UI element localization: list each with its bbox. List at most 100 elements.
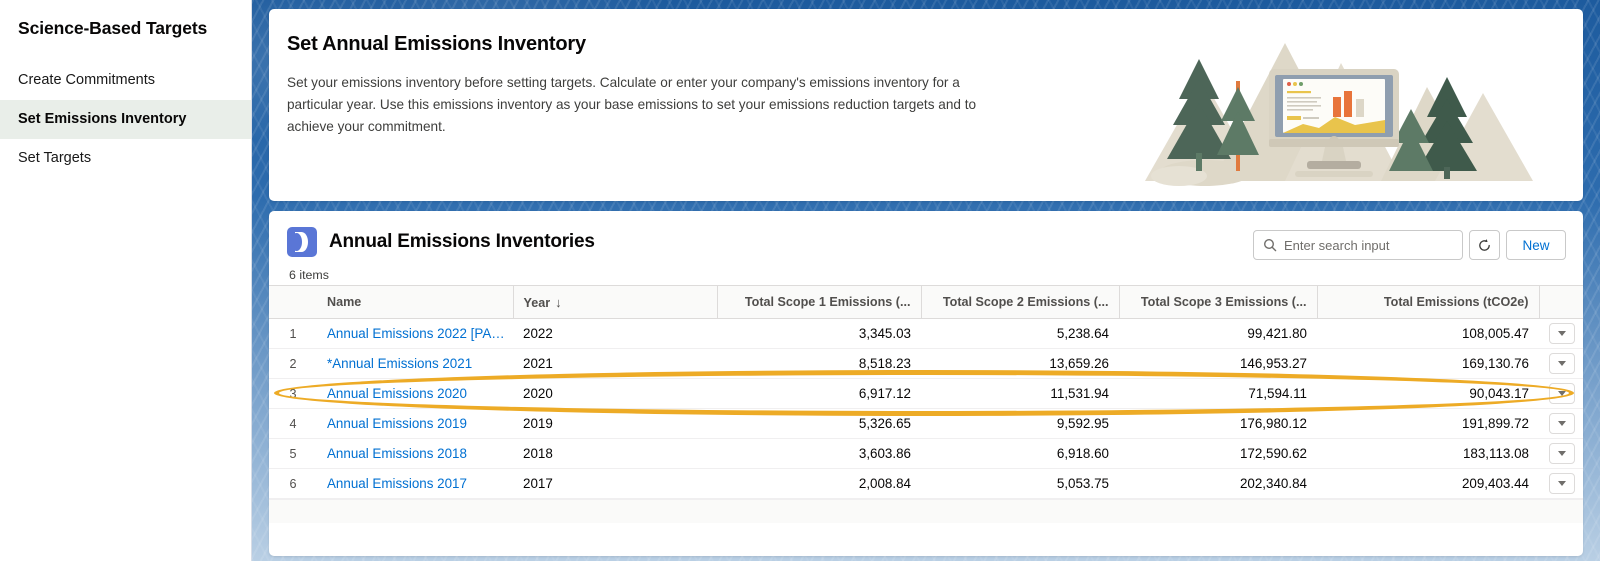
row-index: 5 bbox=[269, 438, 317, 469]
row-actions-cell bbox=[1539, 438, 1583, 469]
row-index: 4 bbox=[269, 408, 317, 439]
table-row[interactable]: 4 Annual Emissions 2019 2019 5,326.65 9,… bbox=[269, 408, 1583, 439]
column-header-scope2[interactable]: Total Scope 2 Emissions (... bbox=[921, 285, 1120, 319]
row-actions-menu-button[interactable] bbox=[1549, 383, 1575, 404]
row-name-cell: Annual Emissions 2020 bbox=[317, 378, 513, 409]
main-content-area: Set Annual Emissions Inventory Set your … bbox=[252, 0, 1600, 561]
row-scope2: 9,592.95 bbox=[921, 408, 1119, 439]
table-footer bbox=[269, 499, 1583, 523]
row-total: 169,130.76 bbox=[1317, 348, 1539, 379]
sort-descending-icon: ↓ bbox=[555, 294, 562, 310]
mountains-trees-monitor-illustration bbox=[1145, 43, 1533, 186]
chevron-down-icon bbox=[1558, 421, 1566, 426]
row-actions-cell bbox=[1539, 378, 1583, 409]
moon-object-icon bbox=[287, 227, 317, 257]
row-scope3: 172,590.62 bbox=[1119, 438, 1317, 469]
sidebar: Science-Based Targets Create Commitments… bbox=[0, 0, 252, 561]
row-actions-cell bbox=[1539, 318, 1583, 349]
row-actions-menu-button[interactable] bbox=[1549, 413, 1575, 434]
row-name-cell: Annual Emissions 2017 bbox=[317, 468, 513, 499]
chevron-down-icon bbox=[1558, 391, 1566, 396]
row-actions-menu-button[interactable] bbox=[1549, 473, 1575, 494]
sidebar-title: Science-Based Targets bbox=[18, 18, 208, 38]
row-scope3: 202,340.84 bbox=[1119, 468, 1317, 499]
row-name-cell: Annual Emissions 2019 bbox=[317, 408, 513, 439]
column-header-name[interactable]: Name bbox=[317, 285, 514, 319]
column-header-year[interactable]: Year ↓ bbox=[513, 285, 718, 319]
column-header-year-label: Year bbox=[523, 295, 551, 310]
row-scope1: 3,345.03 bbox=[717, 318, 921, 349]
chevron-down-icon bbox=[1558, 331, 1566, 336]
row-actions-cell bbox=[1539, 468, 1583, 499]
row-name-cell: Annual Emissions 2022 [PA… bbox=[317, 318, 513, 349]
record-link[interactable]: Annual Emissions 2017 bbox=[327, 476, 467, 491]
row-actions-menu-button[interactable] bbox=[1549, 443, 1575, 464]
row-actions-cell bbox=[1539, 408, 1583, 439]
list-title: Annual Emissions Inventories bbox=[329, 231, 595, 252]
row-year: 2022 bbox=[513, 318, 717, 349]
header-text-block: Set Annual Emissions Inventory Set your … bbox=[269, 9, 1029, 138]
column-header-scope3[interactable]: Total Scope 3 Emissions (... bbox=[1119, 285, 1318, 319]
page-header-card: Set Annual Emissions Inventory Set your … bbox=[269, 9, 1583, 201]
row-actions-menu-button[interactable] bbox=[1549, 353, 1575, 374]
chevron-down-icon bbox=[1558, 361, 1566, 366]
record-link[interactable]: Annual Emissions 2018 bbox=[327, 446, 467, 461]
row-index: 6 bbox=[269, 468, 317, 499]
chevron-down-icon bbox=[1558, 481, 1566, 486]
column-header-actions bbox=[1539, 285, 1583, 319]
list-header: Annual Emissions Inventories 6 items Ent… bbox=[269, 211, 1583, 285]
row-total: 183,113.08 bbox=[1317, 438, 1539, 469]
row-scope2: 6,918.60 bbox=[921, 438, 1119, 469]
table-row[interactable]: 3 Annual Emissions 2020 2020 6,917.12 11… bbox=[269, 378, 1583, 409]
row-index: 3 bbox=[269, 378, 317, 409]
row-scope2: 13,659.26 bbox=[921, 348, 1119, 379]
column-header-scope1[interactable]: Total Scope 1 Emissions (... bbox=[717, 285, 922, 319]
page-description: Set your emissions inventory before sett… bbox=[287, 75, 977, 134]
table-row[interactable]: 1 Annual Emissions 2022 [PA… 2022 3,345.… bbox=[269, 318, 1583, 349]
row-year: 2019 bbox=[513, 408, 717, 439]
column-header-total[interactable]: Total Emissions (tCO2e) bbox=[1317, 285, 1540, 319]
table-row[interactable]: 2 *Annual Emissions 2021 2021 8,518.23 1… bbox=[269, 348, 1583, 379]
row-scope1: 3,603.86 bbox=[717, 438, 921, 469]
row-scope3: 176,980.12 bbox=[1119, 408, 1317, 439]
sidebar-item-set-emissions-inventory[interactable]: Set Emissions Inventory bbox=[0, 100, 251, 139]
search-box[interactable] bbox=[1253, 230, 1463, 260]
sidebar-item-set-targets[interactable]: Set Targets bbox=[0, 139, 251, 178]
row-total: 108,005.47 bbox=[1317, 318, 1539, 349]
row-name-cell: *Annual Emissions 2021 bbox=[317, 348, 513, 379]
row-actions-menu-button[interactable] bbox=[1549, 323, 1575, 344]
column-header-index bbox=[269, 285, 317, 319]
table-row[interactable]: 6 Annual Emissions 2017 2017 2,008.84 5,… bbox=[269, 468, 1583, 499]
sidebar-item-create-commitments[interactable]: Create Commitments bbox=[0, 61, 251, 100]
row-scope1: 2,008.84 bbox=[717, 468, 921, 499]
row-name-cell: Annual Emissions 2018 bbox=[317, 438, 513, 469]
search-input[interactable] bbox=[1284, 237, 1452, 253]
list-actions: New bbox=[1253, 230, 1566, 260]
row-scope1: 8,518.23 bbox=[717, 348, 921, 379]
search-icon bbox=[1263, 238, 1277, 252]
row-total: 209,403.44 bbox=[1317, 468, 1539, 499]
row-total: 191,899.72 bbox=[1317, 408, 1539, 439]
row-year: 2018 bbox=[513, 438, 717, 469]
chevron-down-icon bbox=[1558, 451, 1566, 456]
record-link[interactable]: Annual Emissions 2019 bbox=[327, 416, 467, 431]
items-count: 6 items bbox=[289, 268, 329, 282]
row-scope3: 71,594.11 bbox=[1119, 378, 1317, 409]
row-scope3: 99,421.80 bbox=[1119, 318, 1317, 349]
new-button[interactable]: New bbox=[1506, 230, 1566, 260]
row-total: 90,043.17 bbox=[1317, 378, 1539, 409]
row-scope2: 11,531.94 bbox=[921, 378, 1119, 409]
row-year: 2020 bbox=[513, 378, 717, 409]
record-link[interactable]: *Annual Emissions 2021 bbox=[327, 356, 472, 371]
refresh-icon bbox=[1479, 238, 1490, 251]
table-row[interactable]: 5 Annual Emissions 2018 2018 3,603.86 6,… bbox=[269, 438, 1583, 469]
page-root: Science-Based Targets Create Commitments… bbox=[0, 0, 1600, 561]
table-body: 1 Annual Emissions 2022 [PA… 2022 3,345.… bbox=[269, 318, 1583, 499]
record-link[interactable]: Annual Emissions 2022 [PA… bbox=[327, 326, 505, 341]
row-scope1: 6,917.12 bbox=[717, 378, 921, 409]
record-link[interactable]: Annual Emissions 2020 bbox=[327, 386, 467, 401]
row-scope3: 146,953.27 bbox=[1119, 348, 1317, 379]
refresh-button[interactable] bbox=[1469, 230, 1500, 260]
row-index: 2 bbox=[269, 348, 317, 379]
row-scope1: 5,326.65 bbox=[717, 408, 921, 439]
